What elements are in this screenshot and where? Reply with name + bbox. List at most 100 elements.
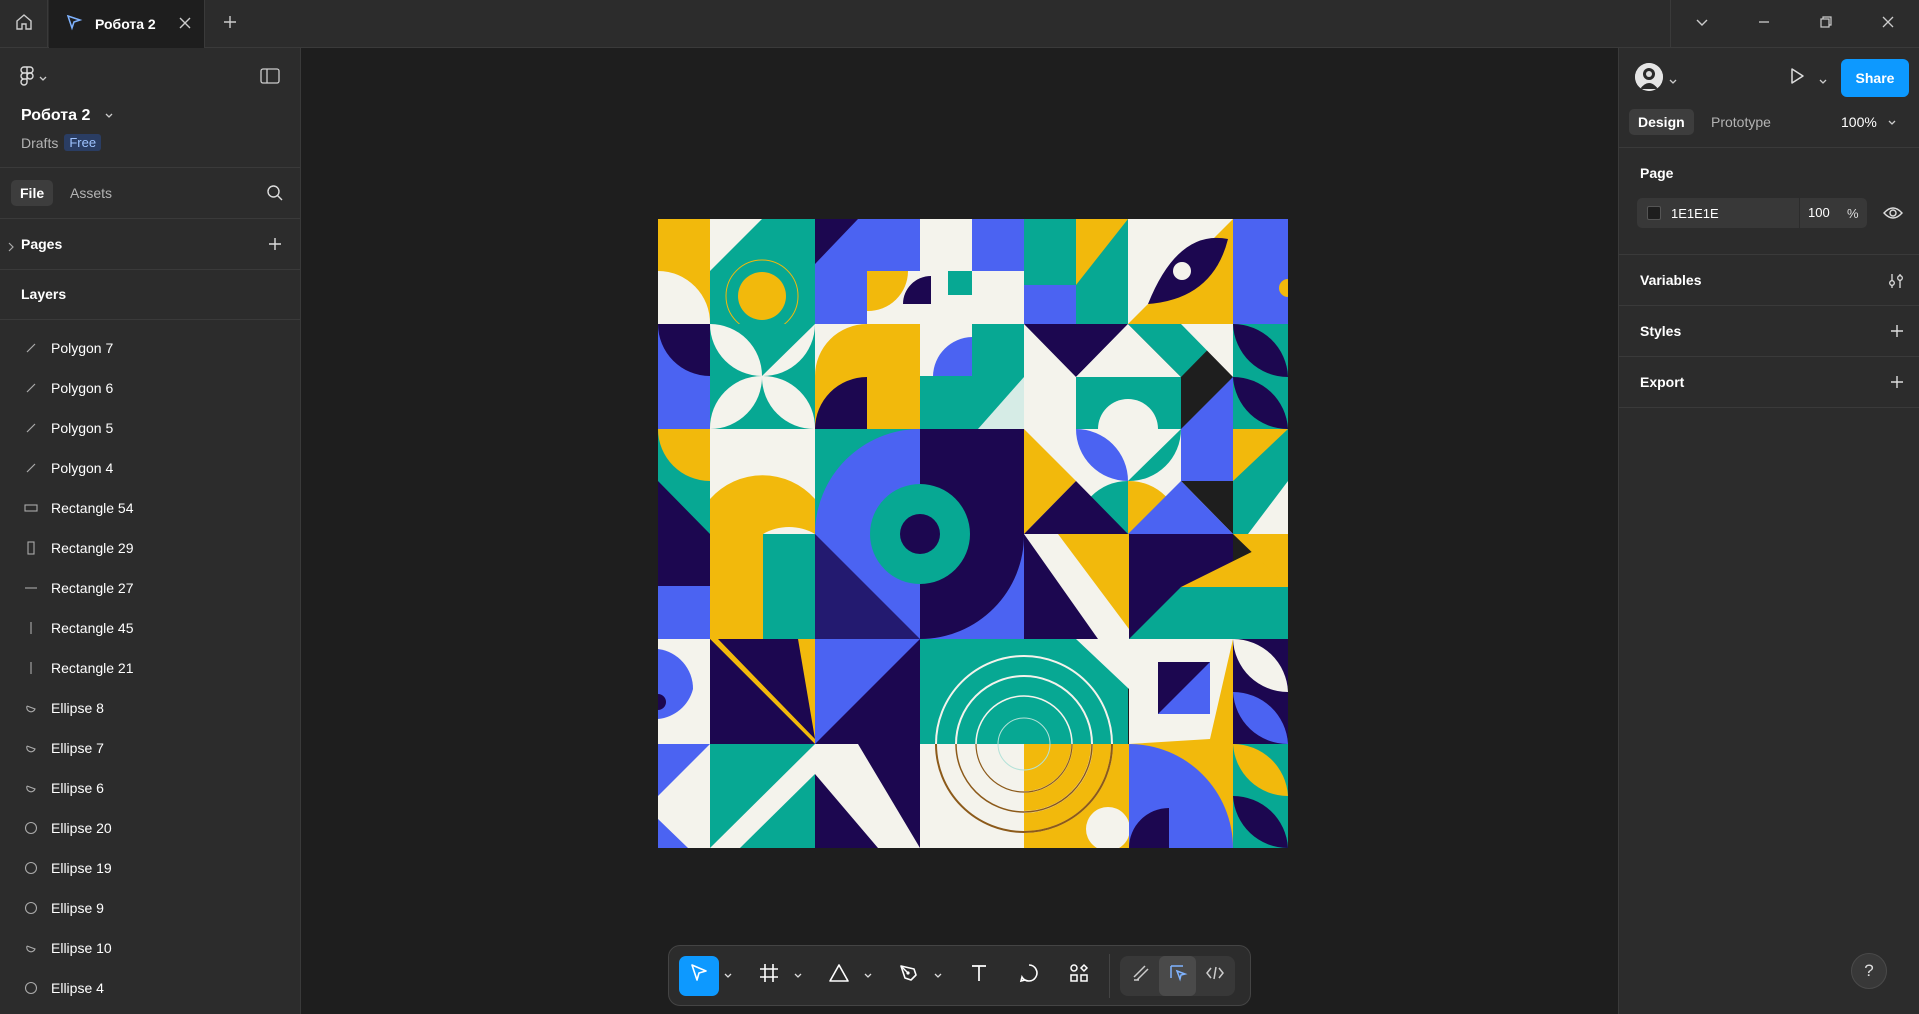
comment-tool[interactable]	[1009, 956, 1049, 996]
draw-mode-icon	[1131, 963, 1151, 988]
pen-tool-menu[interactable]	[929, 956, 947, 996]
styles-section[interactable]: Styles	[1619, 306, 1919, 357]
present-button[interactable]	[1787, 66, 1807, 91]
variables-section[interactable]: Variables	[1619, 255, 1919, 306]
left-sidebar: Робота 2 Drafts Free File Assets Pages L…	[0, 48, 301, 1014]
layer-item[interactable]: Rectangle 21	[0, 648, 300, 688]
artwork-frame[interactable]	[658, 219, 1288, 848]
text-tool[interactable]	[959, 956, 999, 996]
tab-prototype[interactable]: Prototype	[1711, 114, 1771, 130]
export-section[interactable]: Export	[1619, 357, 1919, 408]
layer-name: Ellipse 19	[51, 860, 112, 876]
pages-label: Pages	[21, 236, 63, 252]
page-color-field[interactable]: 1E1E1E 100 %	[1637, 198, 1867, 228]
layer-name: Ellipse 9	[51, 900, 104, 916]
draw-mode-button[interactable]	[1122, 956, 1159, 996]
canvas[interactable]	[302, 48, 1618, 1014]
home-button[interactable]	[0, 0, 48, 48]
right-panel-header: Share Design Prototype 100%	[1619, 48, 1919, 148]
page-opacity-input[interactable]: 100	[1799, 198, 1847, 228]
pages-section[interactable]: Pages	[0, 219, 300, 270]
tabs-dropdown-button[interactable]	[1671, 0, 1733, 48]
main-menu-button[interactable]	[20, 66, 48, 91]
layer-item[interactable]: Rectangle 27	[0, 568, 300, 608]
pen-tool[interactable]	[889, 956, 929, 996]
layer-item[interactable]: Ellipse 6	[0, 768, 300, 808]
layer-item[interactable]: Rectangle 45	[0, 608, 300, 648]
toggle-sidebar-button[interactable]	[260, 68, 280, 89]
frame-tool[interactable]	[749, 956, 789, 996]
move-tool[interactable]	[679, 955, 719, 996]
dev-mode-button[interactable]	[1196, 956, 1233, 996]
chevron-right-icon[interactable]	[8, 239, 14, 257]
add-export-icon[interactable]	[1889, 374, 1905, 395]
layer-name: Ellipse 4	[51, 980, 104, 996]
ellipse-arc-icon	[24, 701, 38, 715]
tab-assets[interactable]: Assets	[70, 185, 112, 201]
design-mode-button[interactable]	[1159, 955, 1196, 996]
variables-settings-icon[interactable]	[1887, 272, 1905, 295]
layer-item[interactable]: Ellipse 20	[0, 808, 300, 848]
figma-logo-icon	[20, 66, 34, 91]
drafts-link[interactable]: Drafts	[21, 135, 58, 151]
layer-name: Rectangle 21	[51, 660, 134, 676]
layer-name: Rectangle 54	[51, 500, 134, 516]
layer-item[interactable]: Ellipse 10	[0, 928, 300, 968]
actions-tool[interactable]	[1059, 956, 1099, 996]
design-file-icon	[65, 13, 83, 36]
layer-item[interactable]: Polygon 6	[0, 368, 300, 408]
layer-item[interactable]: Ellipse 9	[0, 888, 300, 928]
layer-item[interactable]: Ellipse 8	[0, 688, 300, 728]
design-mode-icon	[1168, 963, 1188, 988]
new-tab-button[interactable]	[218, 12, 242, 36]
chevron-down-icon[interactable]	[1818, 73, 1828, 91]
avatar[interactable]	[1635, 63, 1663, 91]
layer-item[interactable]: Ellipse 7	[0, 728, 300, 768]
right-sidebar: Share Design Prototype 100% Page 1E1E1E …	[1618, 48, 1919, 1014]
add-style-icon[interactable]	[1889, 323, 1905, 344]
close-window-button[interactable]	[1857, 0, 1919, 48]
search-icon[interactable]	[266, 184, 284, 207]
ellipse-icon	[24, 901, 38, 915]
chevron-down-icon[interactable]	[1668, 73, 1678, 91]
share-button[interactable]: Share	[1841, 59, 1909, 97]
page-color-hex[interactable]: 1E1E1E	[1671, 206, 1799, 221]
polygon-line-icon	[24, 341, 38, 355]
layer-item[interactable]: Polygon 7	[0, 328, 300, 368]
opacity-unit: %	[1847, 205, 1859, 221]
color-swatch[interactable]	[1647, 206, 1661, 220]
layer-item[interactable]: Ellipse 19	[0, 848, 300, 888]
minimize-button[interactable]	[1733, 0, 1795, 48]
tab-design[interactable]: Design	[1629, 109, 1694, 135]
figma-window: Робота 2 Робота 2 Drafts Free File Asset…	[0, 0, 1919, 1014]
layer-item[interactable]: Polygon 4	[0, 448, 300, 488]
layer-name: Ellipse 10	[51, 940, 112, 956]
triangle-icon	[828, 962, 850, 989]
close-tab-icon[interactable]	[178, 16, 192, 35]
move-icon	[688, 962, 710, 989]
polygon-line-icon	[24, 461, 38, 475]
tab-file[interactable]: File	[11, 180, 54, 206]
zoom-dropdown[interactable]: 100%	[1841, 114, 1897, 130]
file-tab-title: Робота 2	[95, 16, 156, 32]
file-name-button[interactable]: Робота 2	[21, 107, 114, 125]
play-icon	[1787, 68, 1807, 90]
zoom-level: 100%	[1841, 114, 1877, 130]
layer-item[interactable]: Rectangle 29	[0, 528, 300, 568]
shape-tool[interactable]	[819, 956, 859, 996]
layer-item[interactable]: Polygon 5	[0, 408, 300, 448]
eye-icon[interactable]	[1883, 205, 1903, 226]
help-button[interactable]: ?	[1851, 953, 1887, 989]
layer-item[interactable]: Rectangle 54	[0, 488, 300, 528]
restore-button[interactable]	[1795, 0, 1857, 48]
chevron-down-icon	[38, 70, 48, 88]
layer-item[interactable]: Ellipse 4	[0, 968, 300, 1008]
shape-tool-menu[interactable]	[859, 956, 877, 996]
plan-badge[interactable]: Free	[64, 134, 102, 151]
line-horizontal-icon	[24, 581, 38, 595]
file-tab[interactable]: Робота 2	[49, 0, 205, 48]
add-page-icon[interactable]	[267, 236, 283, 257]
frame-tool-menu[interactable]	[789, 956, 807, 996]
move-tool-menu[interactable]	[719, 956, 737, 996]
layer-name: Polygon 4	[51, 460, 114, 476]
